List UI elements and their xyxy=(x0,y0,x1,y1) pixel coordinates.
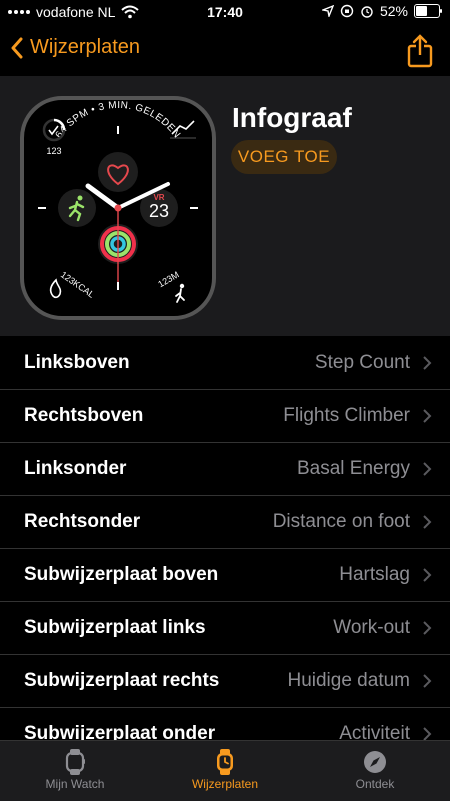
setting-label: Linksonder xyxy=(24,458,127,479)
tab-ontdek[interactable]: Ontdek xyxy=(300,741,450,801)
tab-label: Mijn Watch xyxy=(45,777,105,791)
watch-icon xyxy=(65,749,85,775)
back-button[interactable]: Wijzerplaten xyxy=(10,36,140,59)
setting-value: Distance on foot xyxy=(272,511,410,532)
setting-label: Rechtsonder xyxy=(24,511,141,532)
setting-row-linksboven[interactable]: Linksboven Step Count xyxy=(0,337,450,390)
watch-faces-icon xyxy=(217,749,233,775)
setting-row-rechtsboven[interactable]: Rechtsboven Flights Climber xyxy=(0,390,450,443)
watch-face-preview[interactable]: 64 SPM • 3 MIN. GELEDEN 123 VR 23 123KCA… xyxy=(20,96,216,320)
tab-label: Ontdek xyxy=(355,777,395,791)
setting-row-linksonder[interactable]: Linksonder Basal Energy xyxy=(0,443,450,496)
share-icon[interactable] xyxy=(404,34,436,68)
setting-row-rechtsonder[interactable]: Rechtsonder Distance on foot xyxy=(0,496,450,549)
setting-label: Subwijzerplaat links xyxy=(24,617,206,638)
watch-face-header: 64 SPM • 3 MIN. GELEDEN 123 VR 23 123KCA… xyxy=(0,76,450,336)
setting-value: Step Count xyxy=(314,352,410,373)
chevron-right-icon xyxy=(423,568,432,582)
setting-value: Hartslag xyxy=(339,564,410,585)
date-number: 23 xyxy=(149,201,169,221)
tab-bar: Mijn Watch Wijzerplaten Ontdek xyxy=(0,740,450,801)
setting-value: Basal Energy xyxy=(296,458,410,479)
setting-row-subwijzerplaat-links[interactable]: Subwijzerplaat links Work-out xyxy=(0,602,450,655)
chevron-left-icon xyxy=(11,37,23,58)
status-bar: vodafone NL 17:40 52% xyxy=(0,0,450,24)
setting-row-subwijzerplaat-boven[interactable]: Subwijzerplaat boven Hartslag xyxy=(0,549,450,602)
status-right: 52% xyxy=(321,3,442,19)
compass-icon xyxy=(364,751,386,773)
battery-fill xyxy=(416,6,427,16)
tab-label: Wijzerplaten xyxy=(191,777,259,791)
alarm-icon xyxy=(361,6,373,18)
tab-wijzerplaten[interactable]: Wijzerplaten xyxy=(150,741,300,801)
chevron-right-icon xyxy=(423,356,432,370)
watch-face-title: Infograaf xyxy=(232,102,352,133)
setting-row-subwijzerplaat-rechts[interactable]: Subwijzerplaat rechts Huidige datum xyxy=(0,655,450,708)
setting-label: Subwijzerplaat rechts xyxy=(24,670,220,691)
chevron-right-icon xyxy=(423,409,432,423)
setting-value: Work-out xyxy=(333,617,410,638)
add-watch-face-button[interactable]: VOEG TOE xyxy=(231,140,337,174)
setting-label: Rechtsboven xyxy=(24,405,144,426)
chevron-right-icon xyxy=(423,515,432,529)
setting-label: Subwijzerplaat boven xyxy=(24,564,219,585)
orientation-lock-icon xyxy=(340,4,354,18)
setting-value: Flights Climber xyxy=(283,405,410,426)
workout-subdial xyxy=(58,189,96,227)
tab-mijn-watch[interactable]: Mijn Watch xyxy=(0,741,150,801)
setting-value: Huidige datum xyxy=(287,670,410,691)
navigation-bar: Wijzerplaten xyxy=(0,26,450,76)
chevron-right-icon xyxy=(423,621,432,635)
top-left-value: 123 xyxy=(46,146,61,156)
battery-icon xyxy=(414,4,442,18)
setting-label: Linksboven xyxy=(24,352,130,373)
chevron-right-icon xyxy=(423,462,432,476)
back-label: Wijzerplaten xyxy=(30,36,141,58)
complication-settings-list: Linksboven Step Count Rechtsboven Flight… xyxy=(0,337,450,761)
location-icon xyxy=(321,5,334,17)
chevron-right-icon xyxy=(423,674,432,688)
heart-subdial xyxy=(98,152,138,192)
battery-percent: 52% xyxy=(379,3,408,19)
